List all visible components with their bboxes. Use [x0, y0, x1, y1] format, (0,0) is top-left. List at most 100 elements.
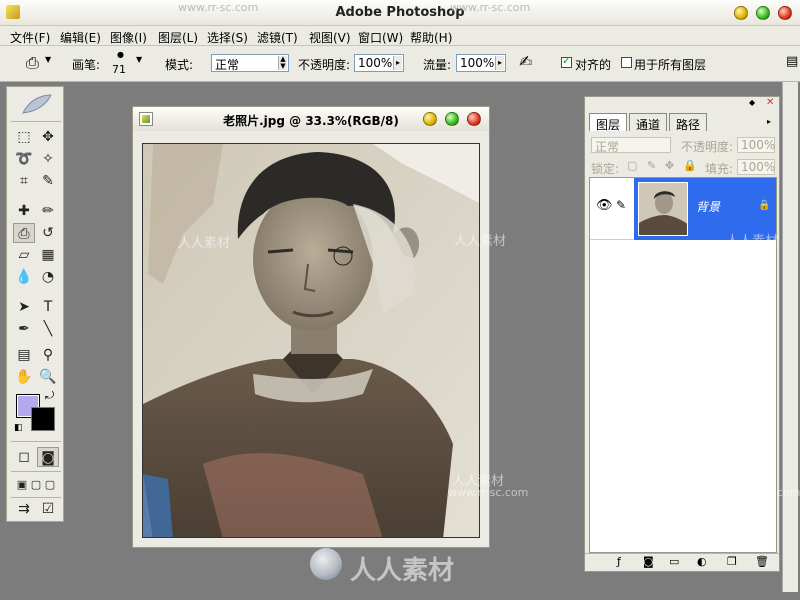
line-icon[interactable]: ╲ — [37, 319, 59, 339]
adjustment-layer-icon[interactable]: ◐ — [697, 555, 707, 568]
layer-opacity-label: 不透明度: — [681, 140, 734, 154]
palette-well-icon[interactable]: ▤ — [786, 54, 798, 69]
tab-layers[interactable]: 图层 — [589, 113, 628, 132]
clone-stamp-icon[interactable]: ⎙ — [13, 223, 35, 243]
flow-field[interactable]: 100% ▸ — [456, 54, 506, 72]
tab-paths[interactable]: 路径 — [669, 113, 708, 132]
lasso-icon[interactable]: ➰ — [13, 149, 35, 169]
minimize-button[interactable] — [734, 6, 748, 20]
marquee-icon[interactable]: ⬚ — [13, 127, 35, 147]
menu-select[interactable]: 选择(S) — [207, 29, 248, 46]
tab-channels[interactable]: 通道 — [629, 113, 668, 132]
fill-label: 填充: — [705, 162, 734, 176]
magic-wand-icon[interactable]: ✧ — [37, 149, 59, 169]
new-layer-icon[interactable]: ❐ — [727, 555, 737, 568]
menu-bar: 文件(F) 编辑(E) 图像(I) 图层(L) 选择(S) 滤镜(T) 视图(V… — [0, 26, 800, 46]
clone-stamp-tool-icon[interactable]: ⎙ — [26, 53, 39, 73]
document-close-button[interactable] — [467, 112, 481, 126]
layer-mask-icon[interactable]: ◙ — [643, 555, 654, 568]
path-select-icon[interactable]: ➤ — [13, 297, 35, 317]
opacity-value: 100% — [358, 56, 393, 70]
background-color-swatch[interactable] — [31, 407, 55, 431]
panel-close-icon[interactable]: ✕ — [766, 97, 774, 108]
layer-name[interactable]: 背景 — [696, 198, 720, 215]
quick-mask-mode-icon[interactable]: ◙ — [37, 447, 59, 467]
all-layers-checkbox[interactable] — [621, 57, 632, 68]
move-icon[interactable]: ✥ — [37, 127, 59, 147]
document-maximize-button[interactable] — [445, 112, 459, 126]
eraser-icon[interactable]: ▱ — [13, 245, 35, 265]
menu-file[interactable]: 文件(F) — [10, 29, 50, 46]
layer-opacity-value: 100% — [741, 138, 776, 152]
dodge-icon[interactable]: ◔ — [37, 267, 59, 287]
document-title-bar[interactable]: 老照片.jpg @ 33.3%(RGB/8) — [133, 107, 489, 131]
menu-window[interactable]: 窗口(W) — [358, 29, 403, 46]
menu-image[interactable]: 图像(I) — [110, 29, 147, 46]
fill-value: 100% — [741, 160, 776, 174]
jump-to-imageready-icon[interactable]: ⇉ — [13, 499, 35, 519]
pen-icon[interactable]: ✒ — [13, 319, 35, 339]
right-edge-scrollbar[interactable] — [782, 82, 798, 592]
document-minimize-button[interactable] — [423, 112, 437, 126]
history-brush-icon[interactable]: ↺ — [37, 223, 59, 243]
default-colors-icon[interactable]: ◧ — [14, 423, 23, 433]
menu-view[interactable]: 视图(V) — [309, 29, 351, 46]
standard-mode-icon[interactable]: ◻ — [13, 447, 35, 467]
delete-layer-icon[interactable]: 🗑 — [755, 555, 769, 568]
lock-all-icon[interactable]: 🔒 — [683, 159, 697, 172]
mode-value: 正常 — [215, 58, 240, 72]
healing-brush-icon[interactable]: ✚ — [13, 201, 35, 221]
menu-layer[interactable]: 图层(L) — [158, 29, 198, 46]
panel-menu-icon[interactable]: ◆ — [749, 98, 755, 107]
new-group-icon[interactable]: ▭ — [669, 555, 679, 568]
opacity-slider-arrow-icon[interactable]: ▸ — [393, 56, 402, 70]
close-button[interactable] — [778, 6, 792, 20]
layers-flyout-icon[interactable]: ▸ — [767, 117, 771, 126]
type-icon[interactable]: T — [37, 297, 59, 317]
app-title: Adobe Photoshop — [335, 5, 465, 20]
menu-edit[interactable]: 编辑(E) — [60, 29, 101, 46]
toolbox-divider — [11, 497, 61, 498]
tool-preset-chevron-icon[interactable]: ▼ — [45, 55, 51, 64]
hand-icon[interactable]: ✋ — [13, 367, 35, 387]
menu-filter[interactable]: 滤镜(T) — [257, 29, 298, 46]
opacity-field[interactable]: 100% ▸ — [354, 54, 404, 72]
flow-slider-arrow-icon[interactable]: ▸ — [495, 56, 504, 70]
gradient-icon[interactable]: ▦ — [37, 245, 59, 265]
maximize-button[interactable] — [756, 6, 770, 20]
aligned-label: 对齐的 — [575, 58, 612, 72]
layer-visibility-eye-icon[interactable]: 👁 — [596, 198, 613, 213]
toolbox: ⬚ ✥ ➰ ✧ ⌗ ✎ ✚ ✏ ⎙ ↺ ▱ ▦ 💧 ◔ ➤ T ✒ ╲ ▤ ⚲ ✋ 🔍 ⤾ ◧ ◻ ◙ ▣ ▢ ▢ ⇉ ☑ — [6, 86, 64, 522]
eyedropper-icon[interactable]: ⚲ — [37, 345, 59, 365]
brush-label: 画笔: — [72, 58, 101, 72]
crop-icon[interactable]: ⌗ — [13, 171, 35, 191]
screen-mode-full-icon[interactable]: ▢ — [39, 475, 61, 495]
blend-mode-select[interactable]: 正常 — [591, 137, 671, 154]
slice-icon[interactable]: ✎ — [37, 171, 59, 191]
mode-label: 模式: — [165, 58, 194, 72]
notes-icon[interactable]: ▤ — [13, 345, 35, 365]
watermark-cn: 人人素材 — [178, 236, 231, 251]
canvas-photo[interactable] — [142, 143, 480, 538]
lock-transparency-icon[interactable]: ▢ — [627, 159, 637, 172]
layer-style-icon[interactable]: ƒ — [617, 555, 621, 568]
aligned-checkbox[interactable] — [561, 54, 572, 68]
mode-select[interactable]: 正常 ▲ ▼ — [211, 54, 289, 72]
lock-image-icon[interactable]: ✎ — [647, 159, 656, 172]
layer-opacity-field[interactable]: 100% — [737, 137, 775, 153]
layer-lock-icon: 🔒 — [758, 200, 771, 211]
edit-in-imageready-icon[interactable]: ☑ — [37, 499, 59, 519]
flow-value: 100% — [460, 56, 495, 70]
fill-field[interactable]: 100% — [737, 159, 775, 175]
blend-mode-value: 正常 — [595, 140, 620, 154]
brush-picker-chevron-icon[interactable]: ▼ — [136, 55, 142, 64]
swap-colors-icon[interactable]: ⤾ — [45, 389, 54, 403]
brush-icon[interactable]: ✏ — [37, 201, 59, 221]
brush-size[interactable]: 71 — [112, 63, 126, 76]
menu-help[interactable]: 帮助(H) — [410, 29, 452, 46]
airbrush-icon[interactable]: ✍ — [519, 52, 532, 71]
zoom-icon[interactable]: 🔍 — [37, 367, 59, 387]
lock-position-icon[interactable]: ✥ — [665, 159, 674, 172]
blur-icon[interactable]: 💧 — [13, 267, 35, 287]
document-window[interactable]: 老照片.jpg @ 33.3%(RGB/8) — [132, 106, 490, 548]
